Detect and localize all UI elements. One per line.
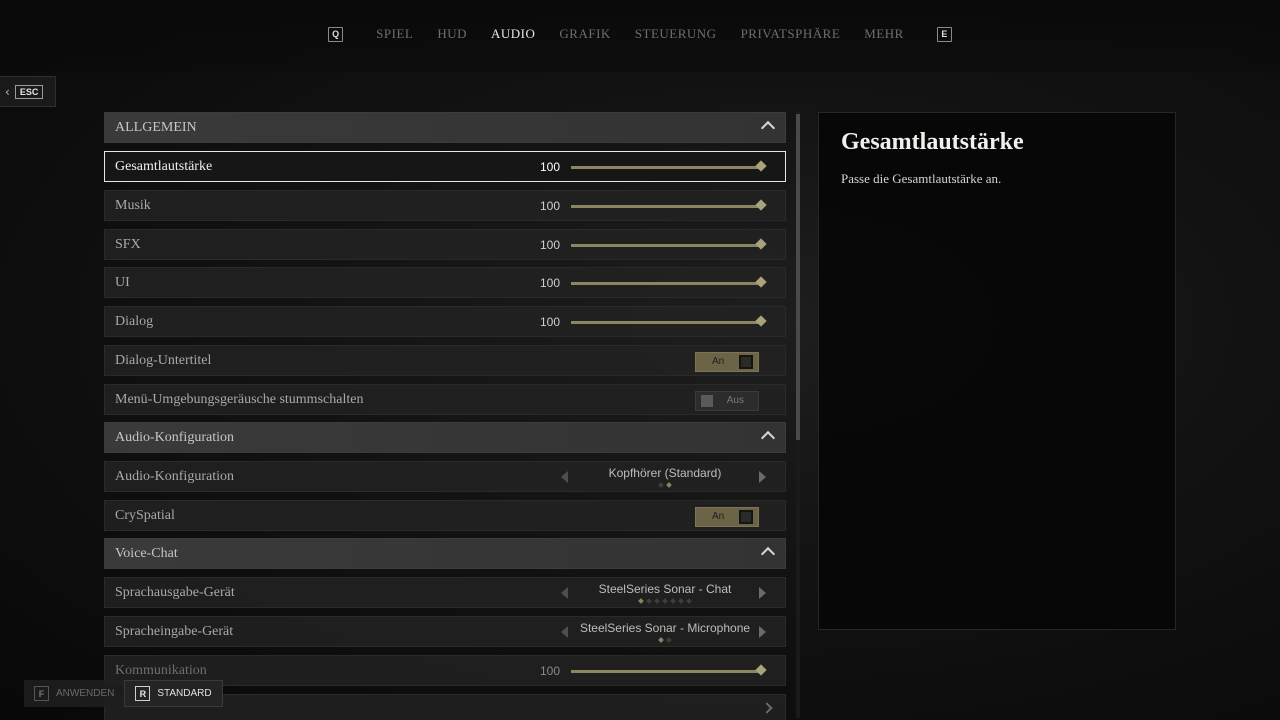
setting-voice-output-device[interactable]: Sprachausgabe-Gerät SteelSeries Sonar - … [104, 577, 786, 608]
setting-dialog[interactable]: Dialog 100 [104, 306, 786, 337]
arrow-left-icon[interactable] [561, 626, 568, 638]
back-button[interactable]: ‹ ESC [0, 76, 56, 107]
tab-audio[interactable]: AUDIO [491, 26, 535, 42]
description-text: Passe die Gesamtlautstärke an. [841, 171, 1002, 186]
setting-label: UI [115, 275, 130, 290]
setting-master-volume[interactable]: Gesamtlautstärke 100 [104, 151, 786, 182]
setting-mute-menu-ambience[interactable]: Menü-Umgebungsgeräusche stummschalten Au… [104, 384, 786, 415]
volume-slider[interactable] [571, 238, 767, 250]
tab-mehr[interactable]: MEHR [864, 26, 904, 42]
section-header-audio-config[interactable]: Audio-Konfiguration [104, 422, 786, 453]
section-title: Voice-Chat [115, 546, 178, 561]
toggle-state: An [712, 511, 725, 522]
setting-value: 100 [539, 238, 560, 252]
description-title: Gesamtlautstärke [841, 129, 1024, 155]
setting-label: Dialog-Untertitel [115, 353, 212, 368]
setting-label: Dialog [115, 314, 154, 329]
tab-hud[interactable]: HUD [437, 26, 467, 42]
volume-slider[interactable] [571, 160, 767, 172]
volume-slider[interactable] [571, 199, 767, 211]
apply-key: F [34, 686, 49, 701]
option-indicator [575, 482, 755, 488]
setting-label: Musik [115, 198, 151, 213]
arrow-left-icon[interactable] [561, 587, 568, 599]
tab-grafik[interactable]: GRAFIK [559, 26, 610, 42]
selected-option: SteelSeries Sonar - Chat [598, 582, 732, 596]
chevron-right-icon [761, 702, 773, 714]
default-label: STANDARD [157, 688, 212, 699]
slider-handle[interactable] [755, 199, 767, 211]
slider-handle[interactable] [755, 315, 767, 327]
toggle-switch[interactable]: An [695, 507, 759, 527]
toggle-switch[interactable]: An [695, 352, 759, 372]
slider-handle[interactable] [755, 276, 767, 288]
section-title: Audio-Konfiguration [115, 430, 234, 445]
chevron-up-icon [760, 120, 776, 136]
chevron-up-icon [760, 430, 776, 446]
slider-handle[interactable] [755, 664, 767, 676]
esc-key-label: ESC [14, 84, 44, 99]
description-panel: Gesamtlautstärke Passe die Gesamtlautstä… [818, 112, 1176, 630]
section-title: ALLGEMEIN [115, 120, 197, 135]
next-tab-key[interactable]: E [936, 26, 952, 42]
setting-voice-input-device[interactable]: Spracheingabe-Gerät SteelSeries Sonar - … [104, 616, 786, 647]
default-key: R [135, 686, 151, 701]
arrow-right-icon[interactable] [759, 626, 766, 638]
setting-label: SFX [115, 237, 141, 252]
setting-label: Spracheingabe-Gerät [115, 624, 234, 639]
option-indicator [575, 637, 755, 643]
apply-button[interactable]: F ANWENDEN [24, 680, 125, 707]
option-indicator [575, 598, 755, 604]
settings-tabs: Q SPIEL HUD AUDIO GRAFIK STEUERUNG PRIVA… [0, 26, 1280, 42]
toggle-knob [739, 355, 753, 369]
arrow-left-icon[interactable] [561, 471, 568, 483]
setting-label: Menü-Umgebungsgeräusche stummschalten [115, 392, 364, 407]
setting-music[interactable]: Musik 100 [104, 190, 786, 221]
slider-handle[interactable] [755, 238, 767, 250]
setting-label: Gesamtlautstärke [115, 159, 213, 174]
volume-slider[interactable] [571, 276, 767, 288]
chevron-up-icon [760, 546, 776, 562]
selected-option: SteelSeries Sonar - Microphone [579, 621, 751, 635]
section-header-general[interactable]: ALLGEMEIN [104, 112, 786, 143]
setting-value: 100 [539, 664, 560, 678]
toggle-state: An [712, 356, 725, 367]
arrow-right-icon[interactable] [759, 471, 766, 483]
setting-dialog-subtitles[interactable]: Dialog-Untertitel An [104, 345, 786, 376]
tab-privatsphaere[interactable]: PRIVATSPHÄRE [741, 26, 841, 42]
tab-steuerung[interactable]: STEUERUNG [635, 26, 717, 42]
default-button[interactable]: R STANDARD [124, 680, 223, 707]
slider-handle[interactable] [755, 160, 767, 172]
setting-audio-config[interactable]: Audio-Konfiguration Kopfhörer (Standard) [104, 461, 786, 492]
arrow-right-icon[interactable] [759, 587, 766, 599]
volume-slider[interactable] [571, 315, 767, 327]
setting-label: Audio-Konfiguration [115, 469, 234, 484]
footer-actions: F ANWENDEN R STANDARD [24, 680, 223, 707]
selected-option: Kopfhörer (Standard) [608, 466, 722, 480]
setting-label: Sprachausgabe-Gerät [115, 585, 235, 600]
setting-label: CrySpatial [115, 508, 175, 523]
setting-cryspatial[interactable]: CrySpatial An [104, 500, 786, 531]
toggle-knob [701, 395, 713, 407]
setting-label: Kommunikation [115, 663, 207, 678]
scrollbar-thumb[interactable] [796, 114, 800, 440]
settings-list: ALLGEMEIN Gesamtlautstärke 100 Musik 100… [104, 112, 788, 720]
setting-value: 100 [539, 160, 560, 174]
setting-value: 100 [539, 199, 560, 213]
chevron-left-icon: ‹ [5, 84, 10, 99]
setting-ui[interactable]: UI 100 [104, 267, 786, 298]
toggle-knob [739, 510, 753, 524]
toggle-state: Aus [726, 395, 744, 406]
section-header-voice-chat[interactable]: Voice-Chat [104, 538, 786, 569]
setting-value: 100 [539, 276, 560, 290]
prev-tab-key[interactable]: Q [328, 26, 344, 42]
setting-value: 100 [539, 315, 560, 329]
apply-label: ANWENDEN [56, 688, 115, 699]
tab-spiel[interactable]: SPIEL [376, 26, 413, 42]
volume-slider[interactable] [571, 664, 767, 676]
setting-sfx[interactable]: SFX 100 [104, 229, 786, 260]
toggle-switch[interactable]: Aus [695, 391, 759, 411]
